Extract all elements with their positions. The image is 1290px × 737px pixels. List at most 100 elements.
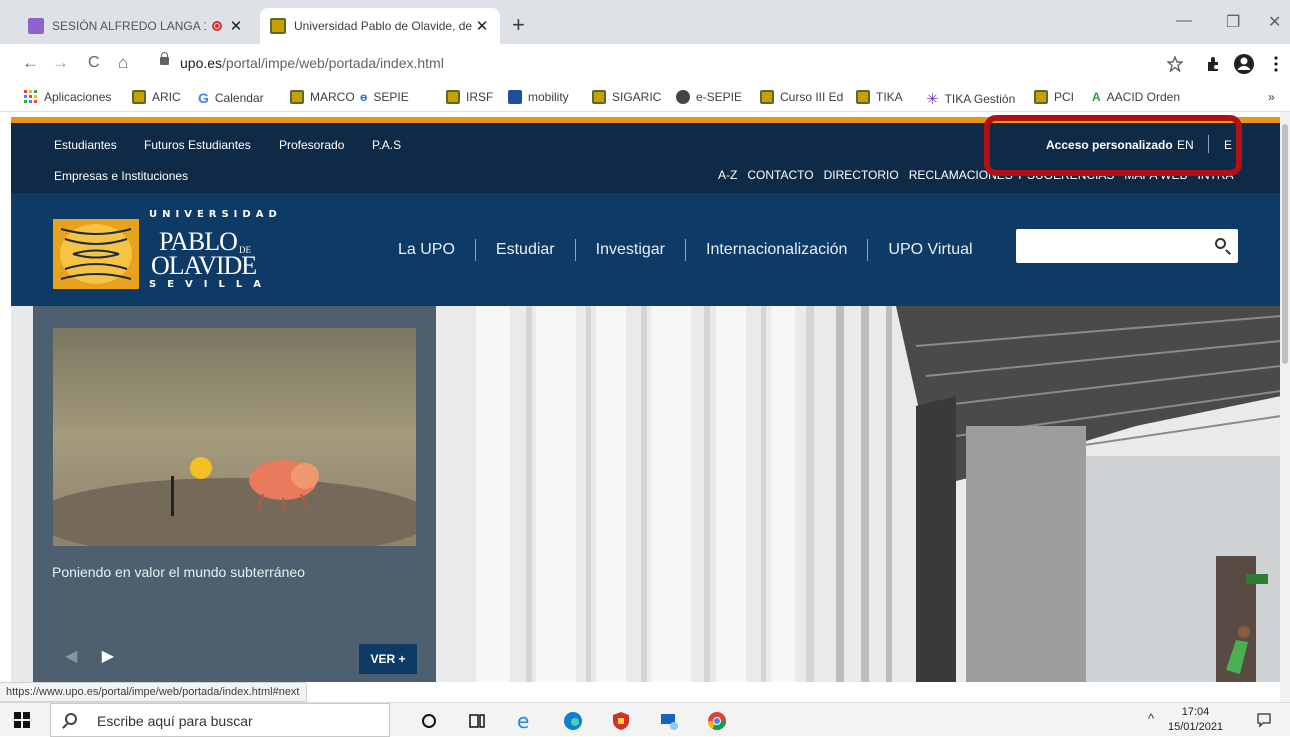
- building-corridor-image: [436, 306, 1280, 682]
- upo-favicon-icon: [270, 18, 286, 34]
- task-view-icon[interactable]: [466, 710, 488, 732]
- cortana-icon[interactable]: [418, 710, 440, 732]
- link-futuros-estudiantes[interactable]: Futuros Estudiantes: [144, 138, 251, 152]
- scrollbar-thumb[interactable]: [1282, 124, 1288, 364]
- globe-icon: [676, 90, 690, 104]
- url-host: upo.es: [180, 55, 223, 71]
- bookmark-label: Calendar: [214, 91, 264, 105]
- tab-title: Universidad Pablo de Olavide, de: [294, 19, 473, 33]
- ver-mas-button[interactable]: VER +: [359, 644, 417, 674]
- link-contacto[interactable]: CONTACTO: [747, 168, 813, 182]
- ie-icon[interactable]: e: [514, 710, 536, 732]
- bookmark-curso-iii-ed[interactable]: Curso III Ed: [760, 90, 843, 104]
- bookmark-sepie[interactable]: ɵ SEPIE: [360, 90, 409, 104]
- clock-date: 15/01/2021: [1168, 721, 1224, 733]
- bookmark-e-sepie[interactable]: e-SEPIE: [676, 90, 742, 104]
- reload-button[interactable]: C: [88, 53, 100, 73]
- notifications-icon[interactable]: [1256, 712, 1272, 728]
- slide-caption[interactable]: Poniendo en valor el mundo subterráneo: [52, 564, 305, 580]
- link-pas[interactable]: P.A.S: [372, 138, 401, 152]
- tab-upo[interactable]: Universidad Pablo de Olavide, de ✕: [260, 8, 500, 44]
- carousel-prev-icon[interactable]: ◀: [65, 648, 77, 665]
- tray-caret-icon[interactable]: ^: [1148, 711, 1154, 726]
- minimize-button[interactable]: —: [1176, 12, 1192, 30]
- remote-desktop-icon[interactable]: [658, 710, 680, 732]
- link-directorio[interactable]: DIRECTORIO: [824, 168, 899, 182]
- logo-bottom-text: SEVILLA: [149, 279, 272, 290]
- link-empresas-instituciones[interactable]: Empresas e Instituciones: [54, 169, 188, 183]
- url-path: /portal/impe/web/portada/index.html: [222, 55, 444, 71]
- tab-close-icon[interactable]: ✕: [228, 17, 244, 35]
- address-bar[interactable]: upo.es/portal/impe/web/portada/index.htm…: [146, 50, 1196, 78]
- upo-favicon-icon: [446, 90, 460, 104]
- bookmark-sigaric[interactable]: SIGARIC: [592, 90, 661, 104]
- nav-separator: [474, 239, 476, 261]
- bookmark-marco[interactable]: MARCO: [290, 90, 355, 104]
- recording-indicator-icon: [212, 21, 222, 31]
- bookmark-tika-gestion[interactable]: ✳ TIKA Gestión: [926, 90, 1015, 108]
- bookmark-label: PCI: [1054, 90, 1075, 104]
- tab-meet-session[interactable]: SESIÓN ALFREDO LANGA 15 ✕: [18, 8, 254, 44]
- bookmark-aric[interactable]: ARIC: [132, 90, 181, 104]
- maximize-button[interactable]: ❐: [1226, 12, 1240, 32]
- nav-estudiar[interactable]: Estudiar: [496, 241, 555, 259]
- bookmark-label: Curso III Ed: [780, 90, 844, 104]
- star-icon[interactable]: [1167, 56, 1183, 72]
- link-status-bubble: https://www.upo.es/portal/impe/web/porta…: [0, 682, 307, 702]
- bookmark-mobility[interactable]: mobility: [508, 90, 569, 104]
- home-button[interactable]: ⌂: [118, 53, 128, 73]
- windows-taskbar: Escribe aquí para buscar e ^ 17:04 15/01…: [0, 702, 1290, 737]
- nav-internacionalizacion[interactable]: Internacionalización: [706, 241, 847, 259]
- bookmark-irsf[interactable]: IRSF: [446, 90, 493, 104]
- bookmarks-bar: Aplicaciones ARIC G Calendar MARCO ɵ SEPIE…: [0, 84, 1290, 112]
- edge-icon[interactable]: [562, 710, 584, 732]
- search-icon: [65, 713, 77, 725]
- upo-favicon-icon: [760, 90, 774, 104]
- tab-title: SESIÓN ALFREDO LANGA 15: [52, 19, 206, 33]
- sepie-icon: ɵ: [360, 90, 368, 104]
- bookmark-pci[interactable]: PCI: [1034, 90, 1074, 104]
- tab-close-icon[interactable]: ✕: [474, 17, 490, 35]
- link-estudiantes[interactable]: Estudiantes: [54, 138, 117, 152]
- nav-upo-virtual[interactable]: UPO Virtual: [888, 241, 972, 259]
- nav-separator: [685, 239, 686, 261]
- apps-grid-icon: [24, 90, 37, 103]
- page-scrollbar[interactable]: [1280, 112, 1290, 702]
- google-g-icon: G: [198, 90, 209, 106]
- svg-text:e: e: [517, 710, 529, 732]
- nav-la-upo[interactable]: La UPO: [398, 241, 455, 259]
- bookmark-label: IRSF: [466, 90, 494, 104]
- link-profesorado[interactable]: Profesorado: [279, 138, 344, 152]
- chrome-icon[interactable]: [706, 710, 728, 732]
- bookmarks-overflow-button[interactable]: »: [1268, 90, 1275, 104]
- bookmark-aacid-orden[interactable]: A AACID Orden: [1092, 90, 1180, 104]
- new-tab-button[interactable]: +: [512, 14, 525, 36]
- bookmark-tika[interactable]: TIKA: [856, 90, 903, 104]
- windows-start-icon[interactable]: [14, 712, 30, 728]
- search-icon[interactable]: [1215, 238, 1226, 249]
- bookmark-label: SEPIE: [373, 90, 409, 104]
- aacid-icon: A: [1092, 90, 1101, 104]
- carousel-next-icon[interactable]: ▶: [102, 648, 114, 665]
- menu-icon[interactable]: [1274, 56, 1278, 72]
- site-header: UNIVERSIDAD PABLO DE OLAVIDE SEVILLA La …: [11, 193, 1280, 306]
- site-search-input[interactable]: [1016, 229, 1238, 263]
- vpn-shield-icon[interactable]: [610, 710, 632, 732]
- nav-investigar[interactable]: Investigar: [596, 241, 665, 259]
- bookmark-aplicaciones[interactable]: Aplicaciones: [24, 90, 111, 104]
- clock-time: 17:04: [1181, 706, 1210, 718]
- taskbar-clock[interactable]: 17:04 15/01/2021: [1168, 705, 1223, 735]
- taskbar-search-box[interactable]: Escribe aquí para buscar: [50, 703, 390, 737]
- highlight-annotation: [984, 115, 1242, 176]
- back-button[interactable]: ←: [22, 53, 39, 73]
- extensions-icon[interactable]: [1205, 56, 1221, 72]
- upo-logo[interactable]: UNIVERSIDAD PABLO DE OLAVIDE SEVILLA: [53, 205, 277, 295]
- bookmark-calendar[interactable]: G Calendar: [198, 90, 264, 106]
- bookmark-label: ARIC: [152, 90, 181, 104]
- link-a-z[interactable]: A-Z: [718, 168, 737, 182]
- window-close-button[interactable]: ✕: [1268, 12, 1281, 32]
- profile-icon[interactable]: [1233, 53, 1255, 75]
- main-navigation: La UPO Estudiar Investigar Internacional…: [398, 239, 973, 261]
- springtail-photo: [53, 328, 416, 546]
- forward-button[interactable]: →: [52, 53, 69, 73]
